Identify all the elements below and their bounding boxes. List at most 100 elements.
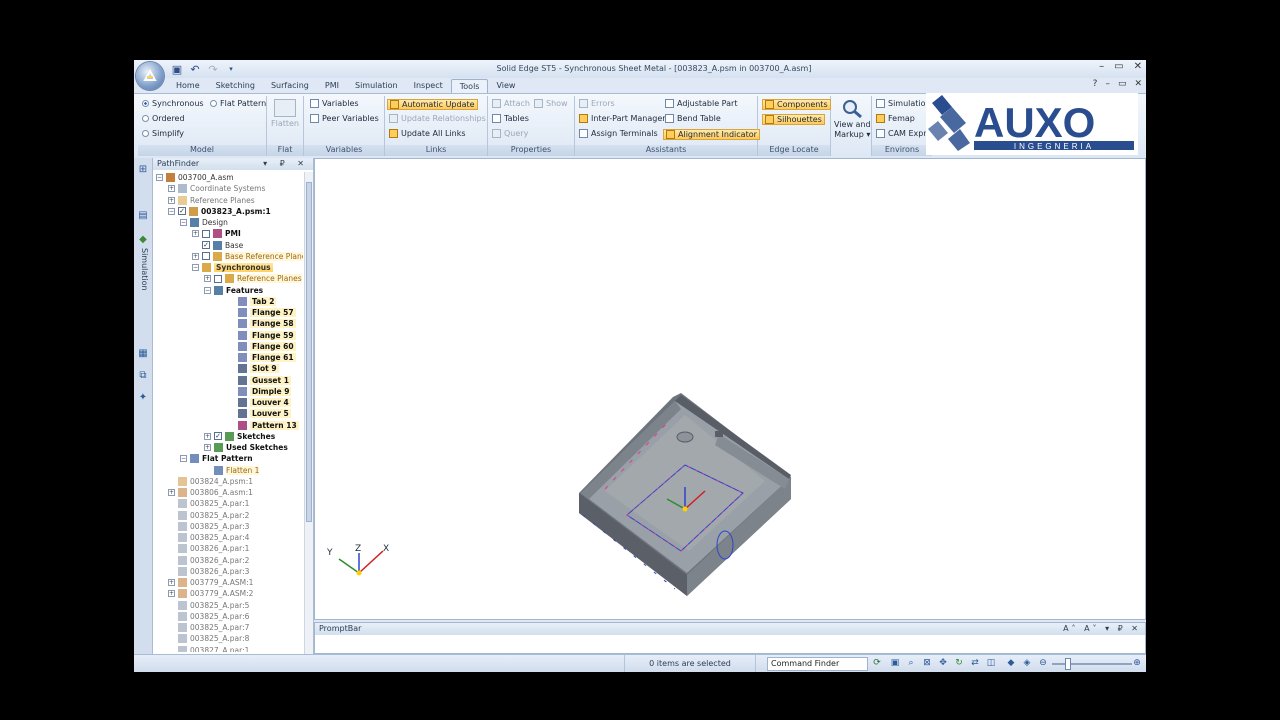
expand-icon[interactable]: + — [192, 230, 199, 238]
cam-express-button[interactable]: CAM Expr — [876, 129, 927, 138]
undo-icon[interactable]: ↶ — [188, 62, 202, 76]
tree-node[interactable]: Dimple 9 — [228, 386, 292, 397]
pathfinder-controls[interactable]: ▾ ₽ ✕ — [263, 158, 309, 170]
tree-node[interactable]: + Reference Planes — [168, 195, 255, 206]
help-button[interactable]: ? — [1093, 79, 1098, 89]
expand-icon[interactable]: + — [168, 185, 175, 193]
save-icon[interactable]: ▣ — [170, 62, 184, 76]
tree-node[interactable]: 003825_A.par:6 — [168, 611, 249, 622]
update-all-links-button[interactable]: Update All Links — [389, 129, 466, 138]
tree-node[interactable]: + Coordinate Systems — [168, 183, 265, 194]
peer-variables-button[interactable]: Peer Variables — [310, 114, 379, 123]
simulation-env-button[interactable]: Simulatio — [876, 99, 926, 108]
visibility-checkbox[interactable] — [202, 252, 210, 261]
zoom-out-icon[interactable]: ⊖ — [1038, 658, 1048, 668]
zoom-icon[interactable]: ⌕ — [906, 658, 916, 668]
collapse-icon[interactable]: − — [192, 264, 199, 271]
tree-node[interactable]: − Features — [204, 285, 263, 296]
flatten-button[interactable]: Flatten — [271, 99, 299, 128]
tree-node[interactable]: 003825_A.par:8 — [168, 633, 249, 644]
tree-node[interactable]: − ✓ 003823_A.psm:1 — [168, 206, 271, 217]
tree-node[interactable]: Flatten 1 — [204, 465, 260, 476]
adjustable-part-button[interactable]: Adjustable Part — [665, 99, 737, 108]
inter-part-manager-button[interactable]: Inter-Part Manager — [579, 114, 666, 123]
tree-node[interactable]: 003826_A.par:1 — [168, 543, 249, 554]
tree-node[interactable]: Tab 2 — [228, 296, 277, 307]
tree-node[interactable]: Flange 61 — [228, 352, 296, 363]
layers-tab-icon[interactable]: ▦ — [137, 348, 149, 360]
tree-node[interactable]: Louver 5 — [228, 408, 291, 419]
simulation-tab-label[interactable]: Simulation — [137, 248, 149, 308]
attach-button[interactable]: Attach — [492, 99, 530, 108]
tab-inspect[interactable]: Inspect — [406, 79, 451, 93]
visibility-checkbox[interactable] — [214, 274, 222, 283]
silhouettes-button[interactable]: Silhouettes — [762, 114, 825, 125]
tree-node[interactable]: 003825_A.par:3 — [168, 521, 249, 532]
tree-node[interactable]: Louver 4 — [228, 397, 291, 408]
tree-node[interactable]: 003825_A.par:4 — [168, 532, 249, 543]
automatic-update-button[interactable]: Automatic Update — [387, 99, 478, 110]
application-button[interactable] — [136, 62, 164, 90]
library-tab-icon[interactable]: ▤ — [137, 210, 149, 222]
view-orient-icon[interactable]: ⇄ — [970, 658, 980, 668]
minimize-button[interactable]: – — [1099, 61, 1104, 72]
view-and-markup-button[interactable]: View and Markup ▾ — [834, 99, 871, 139]
visibility-checkbox[interactable]: ✓ — [214, 432, 222, 441]
pan-icon[interactable]: ✥ — [938, 658, 948, 668]
tab-view[interactable]: View — [488, 79, 523, 93]
features-tab-icon[interactable]: ⧉ — [137, 370, 149, 382]
redo-icon[interactable]: ↷ — [206, 62, 220, 76]
tree-node[interactable]: − Synchronous — [192, 262, 273, 273]
flat-pattern-radio[interactable]: Flat Pattern — [210, 99, 266, 108]
query-button[interactable]: Query — [492, 129, 528, 138]
visibility-checkbox[interactable]: ✓ — [178, 207, 186, 216]
prompt-bar-controls[interactable]: A˄ A˅ ▾ ₽ ✕ — [1063, 623, 1141, 635]
collapse-icon[interactable]: − — [156, 174, 163, 181]
tree-node[interactable]: 003825_A.par:1 — [168, 498, 249, 509]
expand-icon[interactable]: + — [192, 252, 199, 260]
tree-node[interactable]: Flange 60 — [228, 341, 296, 352]
collapse-icon[interactable]: − — [180, 455, 187, 463]
shaded-icon[interactable]: ◆ — [1006, 658, 1016, 668]
tree-node[interactable]: 003826_A.par:3 — [168, 566, 249, 577]
expand-icon[interactable]: + — [168, 196, 175, 204]
errors-button[interactable]: Errors — [579, 99, 615, 108]
refresh-icon[interactable]: ⟳ — [872, 658, 882, 668]
tree-node[interactable]: Gusset 1 — [228, 375, 291, 386]
tree-node[interactable]: Pattern 13 — [228, 420, 299, 431]
doc-restore-button[interactable]: ▭ — [1118, 79, 1127, 89]
update-relationships-button[interactable]: Update Relationships — [389, 114, 486, 123]
tab-pmi[interactable]: PMI — [317, 79, 347, 93]
tree-node[interactable]: 003825_A.par:2 — [168, 510, 249, 521]
tab-surfacing[interactable]: Surfacing — [263, 79, 317, 93]
zoom-slider-track[interactable] — [1052, 663, 1132, 665]
femap-button[interactable]: Femap — [876, 114, 915, 123]
tab-simulation[interactable]: Simulation — [347, 79, 406, 93]
tree-node[interactable]: 003827_A.par:1 — [168, 645, 249, 652]
expand-icon[interactable]: + — [204, 275, 211, 283]
tree-node[interactable]: + PMI — [192, 228, 241, 239]
tree-node[interactable]: 003825_A.par:7 — [168, 622, 249, 633]
tree-node[interactable]: + ✓ Sketches — [204, 431, 275, 442]
tree-node[interactable]: − Flat Pattern — [180, 453, 253, 464]
collapse-icon[interactable]: − — [168, 207, 175, 215]
tree-node[interactable]: Slot 9 — [228, 363, 279, 374]
tree-node[interactable]: − Design — [180, 217, 228, 228]
tools-tab-icon[interactable]: ✦ — [137, 392, 149, 404]
visible-edges-icon[interactable]: ◈ — [1022, 658, 1032, 668]
expand-icon[interactable]: + — [168, 590, 175, 598]
rotate-icon[interactable]: ↻ — [954, 658, 964, 668]
pathfinder-tab-icon[interactable]: ⊞ — [137, 164, 149, 176]
tree-node[interactable]: 003825_A.par:5 — [168, 600, 249, 611]
zoom-in-icon[interactable]: ⊕ — [1132, 658, 1142, 668]
tree-node[interactable]: ✓ Base — [192, 240, 243, 251]
collapse-icon[interactable]: − — [180, 219, 187, 226]
tree-node[interactable]: + Used Sketches — [204, 442, 288, 453]
tree-node[interactable]: − 003700_A.asm — [156, 172, 234, 183]
scroll-thumb[interactable] — [306, 182, 312, 522]
fit-icon[interactable]: ▣ — [890, 658, 900, 668]
collapse-icon[interactable]: − — [204, 286, 211, 294]
doc-close-button[interactable]: ✕ — [1134, 79, 1142, 89]
tree-node[interactable]: Flange 58 — [228, 318, 296, 329]
ordered-radio[interactable]: Ordered — [142, 114, 185, 123]
